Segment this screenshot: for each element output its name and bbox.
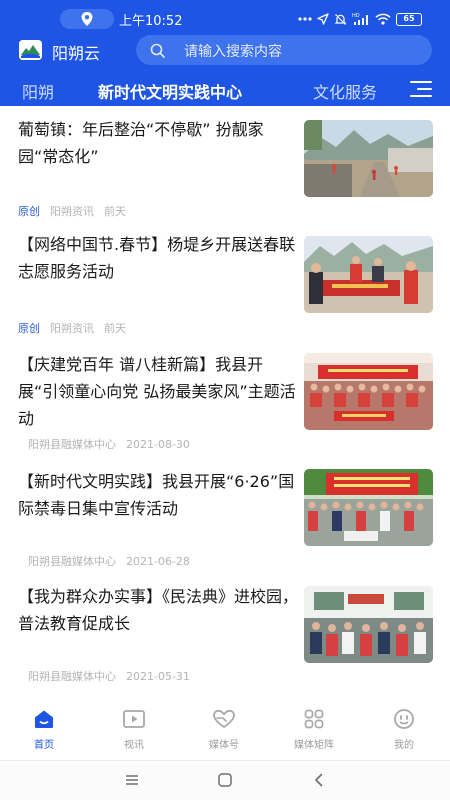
recent-apps-icon[interactable]: [124, 772, 140, 788]
article-title: 【庆建党百年 谱八桂新篇】我县开展“引领童心向党 弘扬最美家风”主题活动: [18, 355, 296, 428]
article-thumbnail: [304, 353, 433, 430]
tab-home-label: 首页: [34, 740, 54, 751]
location-icon: [81, 12, 93, 26]
app-name: 阳朔云: [52, 44, 101, 63]
tab-home[interactable]: 首页: [9, 708, 79, 751]
article-thumbnail: [304, 236, 433, 313]
status-time: 上午10:52: [119, 14, 183, 29]
status-bar: 上午10:52 HD 65: [0, 0, 450, 36]
article-date: 前天: [104, 205, 126, 218]
article-meta: 阳朔县融媒体中心 2021-06-28: [18, 553, 190, 569]
article-thumbnail: [304, 586, 433, 663]
app-logo: [19, 40, 42, 60]
article-date: 2021-06-28: [126, 555, 190, 568]
article-meta: 原创 阳朔资讯 前天: [18, 203, 126, 219]
tab-media-matrix[interactable]: 媒体矩阵: [279, 708, 349, 751]
grid-icon: [304, 709, 324, 729]
article-date: 2021-05-31: [126, 670, 190, 683]
face-icon: [394, 709, 414, 729]
send-icon: [317, 13, 329, 25]
tab-video[interactable]: 视讯: [99, 708, 169, 751]
hd-signal-icon: HD: [352, 13, 368, 25]
tab-media-account-label: 媒体号: [209, 740, 239, 751]
article-source: 阳朔资讯: [50, 205, 94, 218]
article-meta: 阳朔县融媒体中心 2021-08-30: [18, 436, 190, 452]
article-item[interactable]: 葡萄镇：年后整治“不停歇” 扮靓家园“常态化” 原创 阳朔资讯 前天: [0, 106, 450, 222]
hamburger-menu-icon[interactable]: [410, 80, 432, 98]
tab-yangshuo[interactable]: 阳朔: [22, 79, 54, 103]
category-nav: 阳朔 新时代文明实践中心 文化服务: [0, 72, 450, 106]
video-icon: [123, 710, 145, 728]
article-list: 葡萄镇：年后整治“不停歇” 扮靓家园“常态化” 原创 阳朔资讯 前天 【网络中国节.…: [0, 106, 450, 700]
home-button-icon[interactable]: [217, 772, 233, 788]
more-dots-icon: [298, 17, 312, 21]
tab-media-account[interactable]: 媒体号: [189, 708, 259, 751]
article-item[interactable]: 【网络中国节.春节】杨堤乡开展送春联志愿服务活动 原创 阳朔资讯 前天: [0, 222, 450, 340]
article-source: 阳朔资讯: [50, 322, 94, 335]
search-input[interactable]: 请输入搜索内容: [136, 35, 432, 65]
article-source: 阳朔县融媒体中心: [28, 438, 116, 451]
article-title: 【新时代文明实践】我县开展“6·26”国际禁毒日集中宣传活动: [18, 472, 295, 518]
article-source: 阳朔县融媒体中心: [28, 555, 116, 568]
location-pill: [60, 9, 114, 29]
tab-profile[interactable]: 我的: [369, 708, 439, 751]
article-date: 2021-08-30: [126, 438, 190, 451]
search-icon: [150, 43, 165, 58]
article-title: 【网络中国节.春节】杨堤乡开展送春联志愿服务活动: [18, 235, 296, 281]
svg-text:HD: HD: [352, 13, 360, 19]
original-badge: 原创: [18, 205, 40, 218]
tab-profile-label: 我的: [394, 740, 414, 751]
home-icon: [35, 710, 53, 728]
tab-culture-service[interactable]: 文化服务: [313, 79, 377, 103]
mute-icon: [334, 13, 347, 25]
bottom-tab-bar: 首页 视讯 媒体号 媒体矩阵 我的: [0, 700, 450, 760]
battery-icon: 65: [396, 12, 422, 26]
article-meta: 阳朔县融媒体中心 2021-05-31: [18, 668, 190, 684]
system-nav-bar: [0, 760, 450, 800]
article-item[interactable]: 【庆建党百年 谱八桂新篇】我县开展“引领童心向党 弘扬最美家风”主题活动 阳朔县…: [0, 340, 450, 456]
back-icon[interactable]: [311, 772, 327, 788]
article-item[interactable]: 【我为群众办实事】《民法典》进校园，普法教育促成长 阳朔县融媒体中心 2021-…: [0, 571, 450, 687]
article-thumbnail: [304, 469, 433, 546]
article-meta: 原创 阳朔资讯 前天: [18, 320, 126, 336]
search-placeholder: 请输入搜索内容: [184, 44, 282, 60]
heart-hands-icon: [213, 709, 235, 728]
original-badge: 原创: [18, 322, 40, 335]
article-title: 【我为群众办实事】《民法典》进校园，普法教育促成长: [18, 587, 299, 633]
article-title: 葡萄镇：年后整治“不停歇” 扮靓家园“常态化”: [18, 120, 264, 166]
tab-civilization-center[interactable]: 新时代文明实践中心: [98, 79, 242, 103]
article-item[interactable]: 【新时代文明实践】我县开展“6·26”国际禁毒日集中宣传活动 阳朔县融媒体中心 …: [0, 456, 450, 571]
article-source: 阳朔县融媒体中心: [28, 670, 116, 683]
article-thumbnail: [304, 120, 433, 197]
tab-video-label: 视讯: [124, 740, 144, 751]
wifi-icon: [375, 13, 391, 25]
article-date: 前天: [104, 322, 126, 335]
tab-media-matrix-label: 媒体矩阵: [294, 740, 334, 751]
